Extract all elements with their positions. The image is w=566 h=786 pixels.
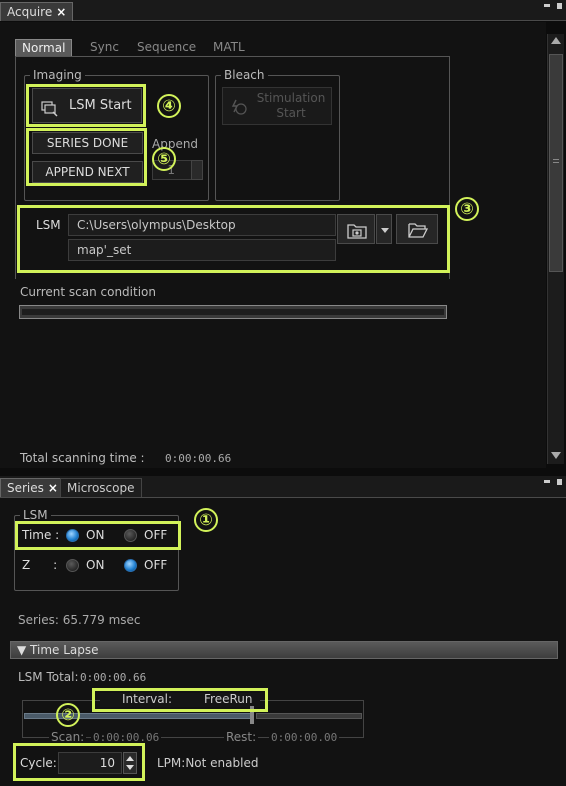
bleach-group-label: Bleach: [221, 68, 268, 82]
rest-value: 0:00:00.00: [269, 731, 340, 744]
series-info: Series: 65.779 msec: [18, 613, 141, 627]
interval-label: Interval:: [122, 692, 172, 706]
tab-normal[interactable]: Normal: [15, 39, 73, 57]
lsm-total-label: LSM Total:: [18, 670, 79, 684]
tab-microscope[interactable]: Microscope: [60, 478, 142, 497]
lsm-series-group: [14, 515, 179, 591]
time-off-radio[interactable]: [124, 529, 137, 542]
time-lapse-header[interactable]: ▼ Time Lapse: [10, 641, 558, 659]
append-stepper-arrows[interactable]: [191, 160, 203, 180]
lsm-start-icon: [41, 97, 59, 117]
maximize-icon[interactable]: [557, 3, 562, 9]
time-off-label: OFF: [144, 528, 168, 542]
lsm-start-button[interactable]: LSM Start: [32, 88, 142, 123]
interval-divider-handle[interactable]: [250, 706, 254, 724]
tab-sync[interactable]: Sync: [84, 39, 125, 57]
interval-value: FreeRun: [204, 692, 253, 706]
z-on-label: ON: [86, 558, 105, 572]
scan-progress-bar: [19, 305, 447, 319]
lsm-series-group-label: LSM: [20, 508, 51, 522]
annotation-2: ②: [56, 703, 80, 727]
close-icon[interactable]: ×: [56, 5, 66, 19]
dropdown-arrow-icon: [381, 228, 389, 233]
imaging-group-label: Imaging: [30, 68, 85, 82]
total-time-value: 0:00:00.66: [165, 452, 232, 465]
tab-series-label: Series: [7, 481, 44, 495]
folder-camera-button[interactable]: [337, 214, 375, 244]
z-label: Z :: [22, 558, 58, 572]
interval-field[interactable]: Interval: FreeRun: [100, 692, 260, 707]
stimulation-label-2: Start: [276, 106, 306, 120]
annotation-4: ④: [157, 94, 181, 118]
lsm-path-input[interactable]: C:\Users\olympus\Desktop: [68, 214, 336, 236]
stimulation-icon: [231, 99, 247, 118]
series-panel-header: Series × Microscope: [0, 476, 566, 498]
current-scan-label: Current scan condition: [20, 285, 156, 299]
lpm-status: LPM:Not enabled: [157, 756, 259, 770]
scrollbar-thumb[interactable]: [549, 54, 563, 272]
scan-value: 0:00:00.06: [91, 731, 162, 744]
spin-down-icon[interactable]: [126, 765, 134, 770]
append-next-button[interactable]: APPEND NEXT: [32, 161, 143, 183]
interval-frame-right: [363, 700, 364, 738]
cycle-stepper[interactable]: 10: [58, 752, 122, 774]
folder-camera-icon: [347, 221, 367, 242]
tab-acquire[interactable]: Acquire ×: [0, 2, 74, 21]
series-done-button[interactable]: SERIES DONE: [32, 132, 143, 154]
scan-label: Scan:: [49, 730, 87, 744]
tab-sequence[interactable]: Sequence: [131, 39, 202, 57]
interval-frame-left: [22, 700, 23, 738]
tab-underline: [15, 56, 450, 57]
tab-series[interactable]: Series ×: [0, 478, 65, 497]
lsm-start-label: LSM Start: [69, 98, 132, 113]
tab-matl[interactable]: MATL: [207, 39, 251, 57]
close-icon[interactable]: ×: [48, 481, 58, 495]
scroll-up-icon[interactable]: [551, 37, 561, 44]
minimize-icon[interactable]: [544, 480, 550, 483]
lsm-filename-input[interactable]: map'_set: [68, 239, 336, 261]
rest-label: Rest:: [224, 730, 259, 744]
z-off-radio[interactable]: [124, 559, 137, 572]
total-time-label: Total scanning time :: [20, 451, 145, 465]
annotation-3: ③: [455, 197, 479, 221]
rest-segment-bar: [256, 713, 362, 719]
maximize-icon[interactable]: [557, 479, 562, 485]
scroll-down-icon[interactable]: [551, 452, 561, 459]
cycle-label: Cycle:: [20, 756, 57, 770]
spin-up-icon[interactable]: [126, 756, 134, 761]
minimize-icon[interactable]: [544, 4, 550, 7]
annotation-1: ①: [194, 508, 218, 532]
open-folder-button[interactable]: [396, 214, 438, 244]
time-label: Time :: [22, 528, 60, 542]
acquire-panel-header: Acquire ×: [0, 0, 566, 21]
folder-dropdown-button[interactable]: [376, 214, 392, 244]
z-on-radio[interactable]: [66, 559, 79, 572]
annotation-5: ⑤: [152, 147, 176, 171]
folder-open-icon: [408, 221, 429, 242]
tab-frame-right: [449, 57, 450, 279]
cycle-stepper-arrows[interactable]: [123, 752, 137, 774]
z-off-label: OFF: [144, 558, 168, 572]
stimulation-start-button[interactable]: Stimulation Start: [222, 87, 332, 125]
tab-frame-left: [15, 57, 16, 279]
vertical-scrollbar[interactable]: [547, 34, 564, 464]
time-on-radio[interactable]: [66, 529, 79, 542]
stimulation-label-1: Stimulation: [256, 91, 326, 105]
time-on-label: ON: [86, 528, 105, 542]
tab-acquire-label: Acquire: [7, 5, 53, 19]
lsm-total-value: 0:00:00.66: [80, 671, 147, 684]
lsm-path-label: LSM: [36, 218, 61, 232]
